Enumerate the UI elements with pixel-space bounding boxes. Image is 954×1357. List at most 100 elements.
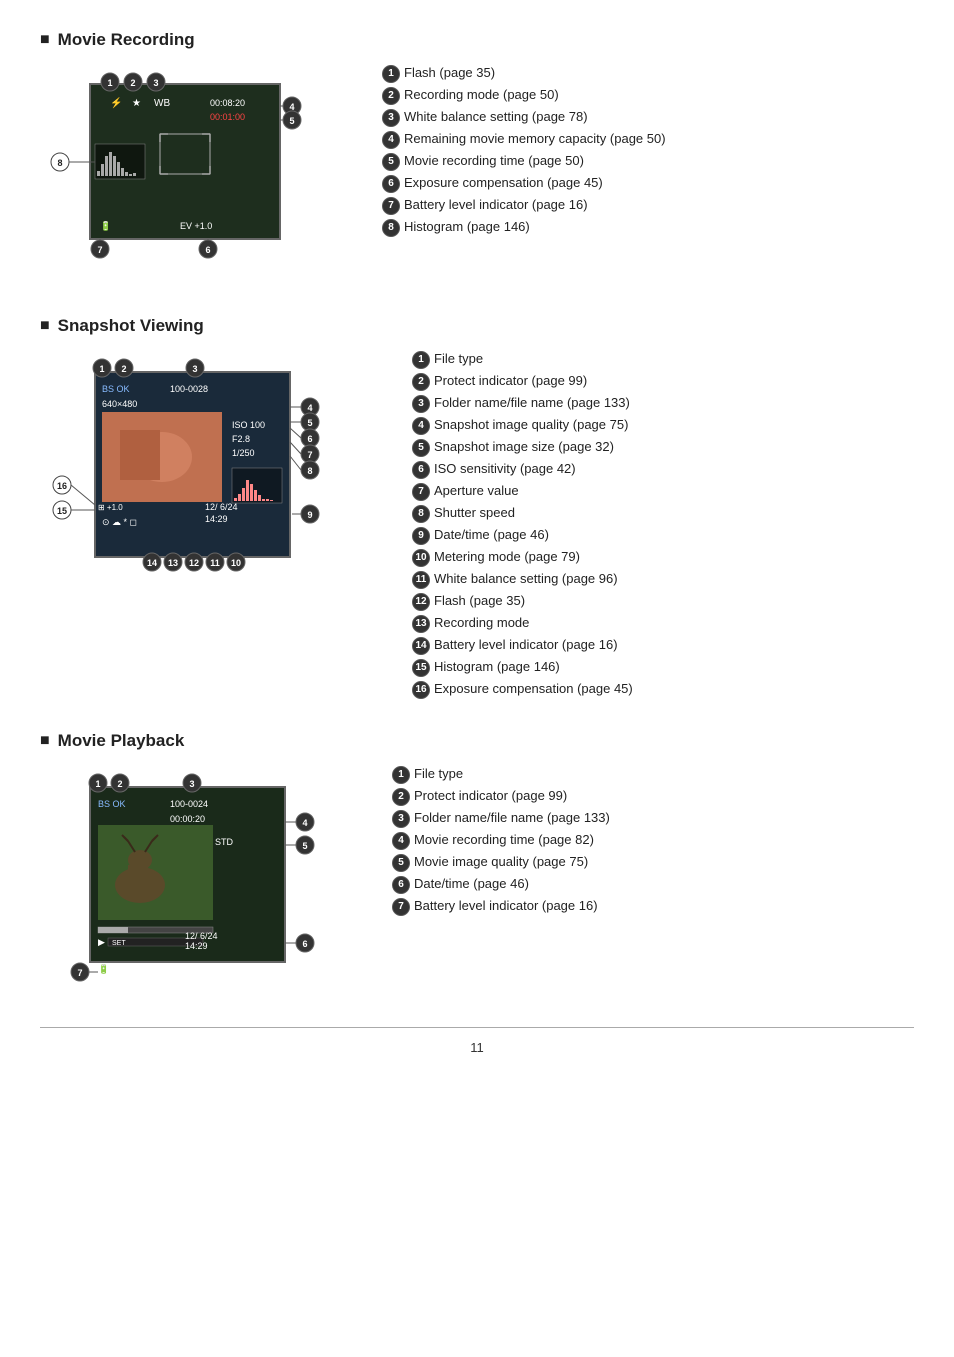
svg-text:1/250: 1/250	[232, 448, 255, 458]
svg-text:7: 7	[97, 245, 102, 255]
svg-text:1: 1	[107, 78, 112, 88]
list-item: 2 Protect indicator (page 99)	[392, 787, 610, 806]
list-item: 1 File type	[392, 765, 610, 784]
svg-text:BS OK: BS OK	[98, 799, 126, 809]
list-item: 1 Flash (page 35)	[382, 64, 666, 83]
movie-recording-svg: ⚡ ★ WB 00:08:20 00:01:00	[40, 64, 350, 284]
svg-text:3: 3	[189, 779, 194, 789]
svg-text:F2.8: F2.8	[232, 434, 250, 444]
svg-text:12/ 6/24: 12/ 6/24	[185, 931, 218, 941]
snapshot-viewing-section: Snapshot Viewing BS OK 100-0028 640×480 …	[40, 316, 914, 699]
snapshot-viewing-items: 1 File type 2 Protect indicator (page 99…	[412, 350, 633, 699]
svg-text:▶: ▶	[98, 937, 105, 947]
list-item: 8 Histogram (page 146)	[382, 218, 666, 237]
svg-text:🔋: 🔋	[98, 963, 109, 974]
list-item: 1 File type	[412, 350, 633, 369]
svg-text:11: 11	[210, 558, 220, 568]
svg-text:3: 3	[153, 78, 158, 88]
snapshot-viewing-svg: BS OK 100-0028 640×480 ISO 100 F2.8 1/25…	[40, 350, 380, 590]
svg-text:12/ 6/24: 12/ 6/24	[205, 502, 238, 512]
svg-text:🔋: 🔋	[100, 220, 111, 231]
svg-text:7: 7	[307, 450, 312, 460]
svg-text:SET: SET	[112, 940, 126, 947]
list-item: 8 Shutter speed	[412, 504, 633, 523]
svg-text:12: 12	[189, 558, 199, 568]
list-item: 4 Snapshot image quality (page 75)	[412, 416, 633, 435]
movie-playback-screen: BS OK 100-0024 00:00:20 STD	[40, 765, 360, 995]
movie-recording-title: Movie Recording	[40, 30, 914, 50]
list-item: 14 Battery level indicator (page 16)	[412, 636, 633, 655]
svg-text:4: 4	[307, 403, 312, 413]
svg-text:2: 2	[130, 78, 135, 88]
svg-text:EV +1.0: EV +1.0	[180, 221, 212, 231]
list-item: 3 Folder name/file name (page 133)	[412, 394, 633, 413]
list-item: 7 Aperture value	[412, 482, 633, 501]
movie-playback-body: BS OK 100-0024 00:00:20 STD	[40, 765, 914, 995]
list-item: 2 Protect indicator (page 99)	[412, 372, 633, 391]
svg-text:14:29: 14:29	[185, 941, 208, 951]
svg-text:⊙ ☁ * ◻: ⊙ ☁ * ◻	[102, 517, 137, 527]
list-item: 11 White balance setting (page 96)	[412, 570, 633, 589]
svg-text:00:08:20: 00:08:20	[210, 98, 245, 108]
svg-text:1: 1	[99, 364, 104, 374]
svg-text:2: 2	[121, 364, 126, 374]
svg-text:★: ★	[132, 98, 141, 109]
svg-text:5: 5	[302, 841, 307, 851]
svg-text:100-0024: 100-0024	[170, 799, 208, 809]
movie-playback-section: Movie Playback BS OK 100-0024 00:00:20 S…	[40, 731, 914, 995]
list-item: 3 White balance setting (page 78)	[382, 108, 666, 127]
list-item: 4 Movie recording time (page 82)	[392, 831, 610, 850]
list-item: 7 Battery level indicator (page 16)	[382, 196, 666, 215]
list-item: 13 Recording mode	[412, 614, 633, 633]
svg-text:13: 13	[168, 558, 178, 568]
svg-text:4: 4	[302, 818, 307, 828]
svg-text:ISO 100: ISO 100	[232, 420, 265, 430]
snapshot-viewing-title: Snapshot Viewing	[40, 316, 914, 336]
svg-text:9: 9	[307, 510, 312, 520]
svg-text:8: 8	[307, 466, 312, 476]
list-item: 3 Folder name/file name (page 133)	[392, 809, 610, 828]
list-item: 6 Date/time (page 46)	[392, 875, 610, 894]
snapshot-viewing-body: BS OK 100-0028 640×480 ISO 100 F2.8 1/25…	[40, 350, 914, 699]
svg-text:00:00:20: 00:00:20	[170, 814, 205, 824]
list-item: 5 Movie image quality (page 75)	[392, 853, 610, 872]
list-item: 5 Snapshot image size (page 32)	[412, 438, 633, 457]
svg-text:BS OK: BS OK	[102, 384, 130, 394]
list-item: 6 Exposure compensation (page 45)	[382, 174, 666, 193]
list-item: 7 Battery level indicator (page 16)	[392, 897, 610, 916]
movie-recording-section: Movie Recording ⚡ ★ WB 00:08:20 00:01:00	[40, 30, 914, 284]
svg-text:⚡: ⚡	[110, 96, 122, 109]
svg-text:00:01:00: 00:01:00	[210, 112, 245, 122]
list-item: 6 ISO sensitivity (page 42)	[412, 460, 633, 479]
movie-recording-screen: ⚡ ★ WB 00:08:20 00:01:00	[40, 64, 350, 284]
svg-text:5: 5	[307, 418, 312, 428]
svg-text:6: 6	[302, 939, 307, 949]
svg-text:14:29: 14:29	[205, 514, 228, 524]
svg-text:2: 2	[117, 779, 122, 789]
svg-text:15: 15	[57, 506, 67, 516]
movie-playback-svg: BS OK 100-0024 00:00:20 STD	[40, 765, 360, 995]
movie-playback-title: Movie Playback	[40, 731, 914, 751]
svg-text:5: 5	[289, 116, 294, 126]
svg-text:16: 16	[57, 481, 67, 491]
svg-text:6: 6	[205, 245, 210, 255]
list-item: 2 Recording mode (page 50)	[382, 86, 666, 105]
list-item: 12 Flash (page 35)	[412, 592, 633, 611]
svg-text:STD: STD	[215, 837, 234, 847]
movie-recording-items: 1 Flash (page 35) 2 Recording mode (page…	[382, 64, 666, 237]
svg-text:14: 14	[147, 558, 157, 568]
svg-text:7: 7	[77, 968, 82, 978]
svg-text:6: 6	[307, 434, 312, 444]
list-item: 10 Metering mode (page 79)	[412, 548, 633, 567]
svg-text:640×480: 640×480	[102, 399, 137, 409]
list-item: 9 Date/time (page 46)	[412, 526, 633, 545]
list-item: 16 Exposure compensation (page 45)	[412, 680, 633, 699]
svg-text:8: 8	[57, 158, 62, 168]
list-item: 5 Movie recording time (page 50)	[382, 152, 666, 171]
svg-text:3: 3	[192, 364, 197, 374]
svg-text:100-0028: 100-0028	[170, 384, 208, 394]
list-item: 4 Remaining movie memory capacity (page …	[382, 130, 666, 149]
svg-text:10: 10	[231, 558, 241, 568]
page-divider	[40, 1027, 914, 1028]
svg-text:WB: WB	[154, 98, 170, 109]
